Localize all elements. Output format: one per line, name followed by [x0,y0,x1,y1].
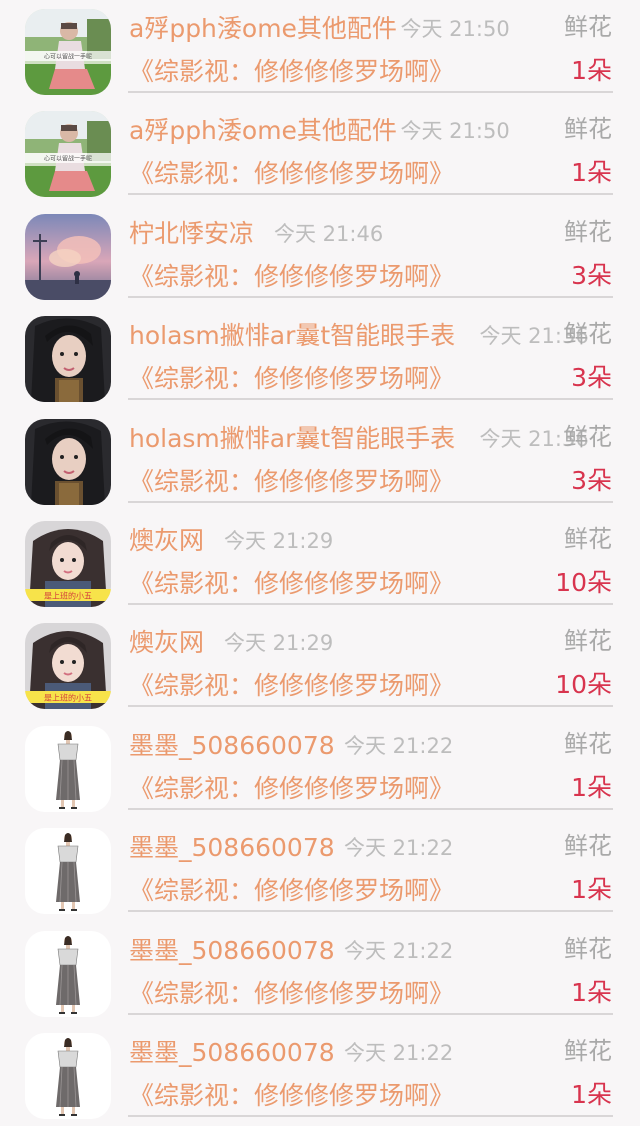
row-divider [128,500,613,503]
gift-type-label: 鲜花 [564,627,612,656]
user-avatar[interactable] [25,213,111,300]
user-avatar[interactable]: 心可以留战一手呢 [25,9,111,95]
list-item[interactable]: 心可以留战一手呢 a殍pph涹ome其他配件 今天 21:50 鲜花《综影视：修修修… [0,0,640,102]
list-item[interactable]: 心可以留战一手呢 a殍pph涹ome其他配件 今天 21:50 鲜花《综影视：修修修… [0,102,640,204]
gift-record-list: 心可以留战一手呢 a殍pph涹ome其他配件 今天 21:50 鲜花 《综影视：修修修… [0,0,640,1126]
list-item[interactable]: 墨墨_508660078 今天 21:22 鲜花《综影视：修修修修罗场啊》 1朵 [0,819,640,921]
username[interactable]: holasm撇悱ar曩t智能眼手表 [129,420,455,458]
gift-type-label: 鲜花 [564,729,612,758]
gift-count: 1朵 [571,158,612,188]
list-item[interactable]: 柠北悸安凉 今天 21:46 鲜花《综影视：修修修修罗场啊》 3朵 [0,205,640,307]
book-title[interactable]: 《综影视：修修修修罗场啊》 [129,155,454,193]
timestamp: 今天 21:22 [344,1040,454,1065]
svg-text:心可以留战一手呢: 心可以留战一手呢 [44,155,92,163]
list-item[interactable]: 是上班的小五 燠灰网 今天 21:29 鲜花《综影视：修修修修罗场啊》 10朵 [0,614,640,716]
user-avatar[interactable] [25,828,111,915]
gift-type-label: 鲜花 [564,832,612,861]
list-item[interactable]: 墨墨_508660078 今天 21:22 鲜花《综影视：修修修修罗场啊》 1朵 [0,922,640,1024]
gift-count: 1朵 [571,56,612,85]
gift-type-label: 鲜花 [564,524,612,553]
row-divider [128,398,613,401]
user-avatar[interactable]: 是上班的小五 [25,520,111,607]
gift-count: 3朵 [571,260,612,290]
list-item[interactable]: 是上班的小五 燠灰网 今天 21:29 鲜花《综影视：修修修修罗场啊》 10朵 [0,512,640,614]
timestamp: 今天 21:46 [274,221,384,246]
row-divider [128,91,613,93]
user-avatar[interactable]: 是上班的小五 [25,623,111,710]
timestamp: 今天 21:22 [344,938,454,963]
row-divider [128,193,613,196]
row-divider [128,602,613,605]
book-title[interactable]: 《综影视：修修修修罗场啊》 [129,258,454,296]
user-avatar[interactable] [25,316,111,403]
svg-text:是上班的小五: 是上班的小五 [44,693,92,703]
book-title[interactable]: 《综影视：修修修修罗场啊》 [129,975,454,1013]
gift-type-label: 鲜花 [564,320,612,349]
gift-type-label: 鲜花 [564,934,612,963]
list-item[interactable]: 墨墨_508660078 今天 21:22 鲜花《综影视：修修修修罗场啊》 1朵 [0,1024,640,1126]
gift-count: 1朵 [571,875,612,905]
gift-count: 10朵 [555,670,612,700]
book-title[interactable]: 《综影视：修修修修罗场啊》 [129,872,454,910]
username[interactable]: holasm撇悱ar曩t智能眼手表 [129,317,455,355]
timestamp: 今天 21:29 [224,631,334,656]
username[interactable]: a殍pph涹ome其他配件 [129,112,397,150]
gift-type-label: 鲜花 [564,422,612,451]
svg-text:心可以留战一手呢: 心可以留战一手呢 [44,53,92,61]
book-title[interactable]: 《综影视：修修修修罗场啊》 [129,770,454,808]
user-avatar[interactable] [25,930,111,1017]
row-divider [128,807,613,810]
username[interactable]: 墨墨_508660078 [129,727,335,765]
gift-type-label: 鲜花 [564,1036,612,1065]
username[interactable]: a殍pph涹ome其他配件 [129,10,397,48]
gift-type-label: 鲜花 [564,115,612,144]
row-divider [128,910,613,913]
timestamp: 今天 21:50 [400,17,510,41]
book-title[interactable]: 《综影视：修修修修罗场啊》 [129,565,454,603]
gift-count: 1朵 [571,977,612,1007]
timestamp: 今天 21:50 [400,119,510,144]
list-item[interactable]: 墨墨_508660078 今天 21:22 鲜花《综影视：修修修修罗场啊》 1朵 [0,717,640,819]
timestamp: 今天 21:22 [344,836,454,861]
row-divider [128,295,613,298]
username[interactable]: 燠灰网 [129,522,204,560]
list-item[interactable]: holasm撇悱ar曩t智能眼手表 今天 21:36 鲜花 《综影视：修修修修罗场啊》… [0,307,640,409]
gift-count: 1朵 [571,1079,612,1109]
username[interactable]: 墨墨_508660078 [129,829,335,867]
gift-count: 1朵 [571,772,612,802]
book-title[interactable]: 《综影视：修修修修罗场啊》 [129,667,454,705]
user-avatar[interactable] [25,418,111,505]
username[interactable]: 墨墨_508660078 [129,932,335,970]
user-avatar[interactable] [25,725,111,812]
book-title[interactable]: 《综影视：修修修修罗场啊》 [129,1077,454,1115]
username[interactable]: 墨墨_508660078 [129,1034,335,1072]
book-title[interactable]: 《综影视：修修修修罗场啊》 [129,53,454,91]
gift-count: 10朵 [555,567,612,597]
username[interactable]: 柠北悸安凉 [129,215,254,253]
book-title[interactable]: 《综影视：修修修修罗场啊》 [129,463,454,501]
gift-type-label: 鲜花 [564,217,612,246]
svg-text:是上班的小五: 是上班的小五 [44,590,92,600]
list-item[interactable]: holasm撇悱ar曩t智能眼手表 今天 21:36 鲜花 《综影视：修修修修罗场啊》… [0,410,640,512]
timestamp: 今天 21:22 [344,733,454,758]
book-title[interactable]: 《综影视：修修修修罗场啊》 [129,360,454,398]
gift-count: 3朵 [571,363,612,393]
gift-count: 3朵 [571,465,612,495]
gift-type-label: 鲜花 [564,13,612,41]
user-avatar[interactable]: 心可以留战一手呢 [25,111,111,198]
row-divider [128,1114,613,1117]
user-avatar[interactable] [25,1032,111,1119]
row-divider [128,705,613,708]
username[interactable]: 燠灰网 [129,624,204,662]
timestamp: 今天 21:29 [224,528,334,553]
row-divider [128,1012,613,1015]
